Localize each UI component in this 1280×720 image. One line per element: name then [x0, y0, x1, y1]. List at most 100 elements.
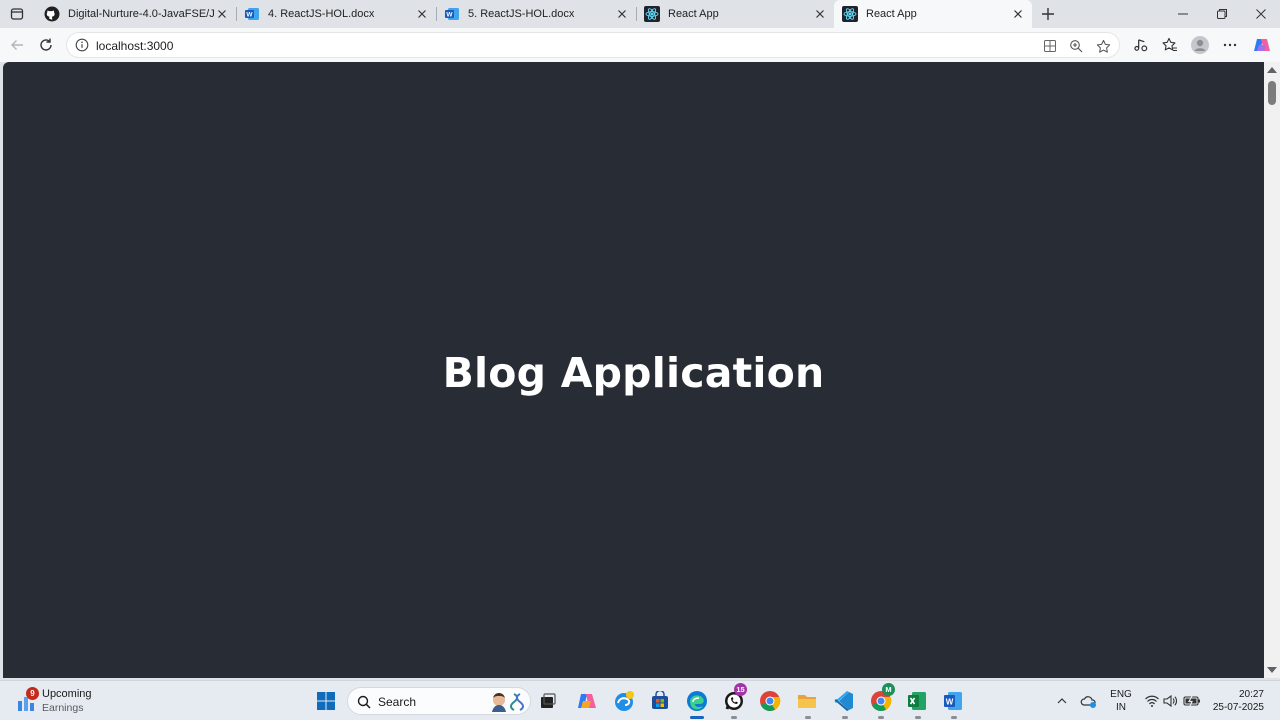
- favorite-star-icon[interactable]: [1095, 38, 1111, 54]
- store-app[interactable]: [648, 689, 672, 713]
- svg-text:W: W: [246, 12, 253, 19]
- windows-icon: [317, 692, 335, 710]
- browser-essentials-icon[interactable]: [1132, 36, 1150, 54]
- page-viewport: Blog Application: [3, 62, 1264, 678]
- copilot-icon: [1254, 39, 1270, 51]
- running-indicator: [805, 716, 811, 719]
- close-icon[interactable]: [214, 6, 230, 22]
- running-indicator: [842, 716, 848, 719]
- close-icon[interactable]: [614, 6, 630, 22]
- tab-title: Digital-Nurture-4.0-JavaFSE/Java: [68, 8, 214, 20]
- cloud-icon: [1080, 696, 1096, 708]
- widget-title: Upcoming: [42, 688, 92, 700]
- refresh-icon: [40, 38, 52, 51]
- profile-avatar[interactable]: [1191, 36, 1209, 54]
- chrome-app[interactable]: [758, 689, 782, 713]
- scroll-down-arrow-icon[interactable]: [1267, 667, 1277, 673]
- back-button[interactable]: [8, 36, 26, 54]
- zoom-icon[interactable]: [1068, 38, 1084, 54]
- tab-word-5[interactable]: W 5. ReactJS-HOL.docx: [436, 0, 636, 28]
- app-available-icon[interactable]: [1042, 38, 1058, 54]
- close-window-button[interactable]: [1250, 4, 1272, 24]
- onedrive-tray[interactable]: [1079, 691, 1099, 711]
- word-icon: W: [244, 6, 260, 22]
- region-code: IN: [1116, 702, 1126, 713]
- copilot-app[interactable]: [575, 689, 599, 713]
- vscode-app[interactable]: [832, 689, 856, 713]
- clock-time: 20:27: [1238, 689, 1264, 700]
- tab-github[interactable]: Digital-Nurture-4.0-JavaFSE/Java: [36, 0, 236, 28]
- search-highlight-icon: [492, 693, 524, 712]
- restore-button[interactable]: [1211, 4, 1233, 24]
- language-indicator[interactable]: ENG IN: [1110, 688, 1132, 714]
- more-icon: [1223, 43, 1237, 47]
- taskbar-search[interactable]: Search: [347, 687, 531, 715]
- running-indicator: [951, 716, 957, 719]
- tab-react-app[interactable]: React App: [636, 0, 834, 28]
- file-explorer-app[interactable]: [795, 689, 819, 713]
- tab-title: 5. ReactJS-HOL.docx: [468, 8, 575, 20]
- chrome-icon: [760, 691, 781, 711]
- weather-widget[interactable]: 9 Upcoming Earnings: [16, 687, 136, 715]
- tab-title: React App: [866, 8, 917, 20]
- info-icon[interactable]: [75, 38, 89, 52]
- new-tab-button[interactable]: [1038, 4, 1058, 24]
- word-app[interactable]: W: [941, 689, 965, 713]
- edge-beta-icon: [615, 691, 634, 711]
- wifi-tray[interactable]: [1142, 691, 1162, 711]
- tab-actions-button[interactable]: [6, 4, 28, 24]
- tab-strip: Digital-Nurture-4.0-JavaFSE/Java W 4. Re…: [0, 0, 1280, 28]
- minimize-icon: [1178, 13, 1188, 15]
- vertical-scrollbar[interactable]: [1264, 62, 1280, 678]
- task-view-icon: [541, 693, 556, 708]
- excel-icon: [908, 692, 926, 710]
- clock[interactable]: 20:27 25-07-2025: [1204, 688, 1264, 714]
- url-text[interactable]: localhost:3000: [96, 39, 173, 53]
- show-hidden-icons-button[interactable]: [1052, 691, 1072, 711]
- close-icon[interactable]: [414, 6, 430, 22]
- copilot-button[interactable]: [1253, 36, 1271, 54]
- restore-icon: [1217, 9, 1227, 19]
- browser-toolbar: localhost:3000: [0, 28, 1280, 62]
- search-icon: [357, 695, 371, 709]
- edge-beta-app[interactable]: [612, 689, 636, 713]
- wifi-icon: [1145, 695, 1159, 707]
- react-icon: [644, 6, 660, 22]
- store-icon: [652, 691, 668, 709]
- edge-app[interactable]: [685, 689, 709, 713]
- volume-tray[interactable]: [1160, 691, 1180, 711]
- taskbar: 9 Upcoming Earnings Search 15 M W ENG IN…: [0, 680, 1280, 720]
- speaker-icon: [1163, 694, 1177, 708]
- clock-date: 25-07-2025: [1212, 702, 1264, 713]
- close-icon[interactable]: [812, 6, 828, 22]
- start-button[interactable]: [314, 689, 338, 713]
- tab-actions-icon: [10, 8, 24, 20]
- vscode-icon: [834, 691, 853, 711]
- more-options-button[interactable]: [1221, 36, 1239, 54]
- close-icon: [1256, 9, 1266, 19]
- widget-subtitle: Earnings: [42, 702, 84, 714]
- running-indicator: [690, 716, 704, 719]
- plus-icon: [1042, 8, 1054, 20]
- word-icon: W: [444, 6, 460, 22]
- scroll-up-arrow-icon[interactable]: [1267, 67, 1277, 73]
- svg-text:W: W: [446, 12, 453, 19]
- address-bar[interactable]: localhost:3000: [66, 32, 1120, 58]
- close-icon[interactable]: [1010, 6, 1026, 22]
- scroll-thumb[interactable]: [1268, 81, 1276, 105]
- minimize-button[interactable]: [1172, 4, 1194, 24]
- tab-word-4[interactable]: W 4. ReactJS-HOL.docx: [236, 0, 436, 28]
- tab-title: React App: [668, 8, 719, 20]
- running-indicator: [731, 716, 737, 719]
- running-indicator: [915, 716, 921, 719]
- tab-react-app-active[interactable]: React App: [834, 0, 1032, 28]
- arrow-left-icon: [11, 40, 23, 50]
- github-icon: [44, 6, 60, 22]
- edge-icon: [687, 691, 707, 711]
- excel-app[interactable]: [905, 689, 929, 713]
- battery-tray[interactable]: [1182, 691, 1202, 711]
- task-view-button[interactable]: [536, 689, 560, 713]
- refresh-button[interactable]: [37, 36, 55, 54]
- tab-title: 4. ReactJS-HOL.docx: [268, 8, 375, 20]
- favorites-icon[interactable]: [1161, 36, 1179, 54]
